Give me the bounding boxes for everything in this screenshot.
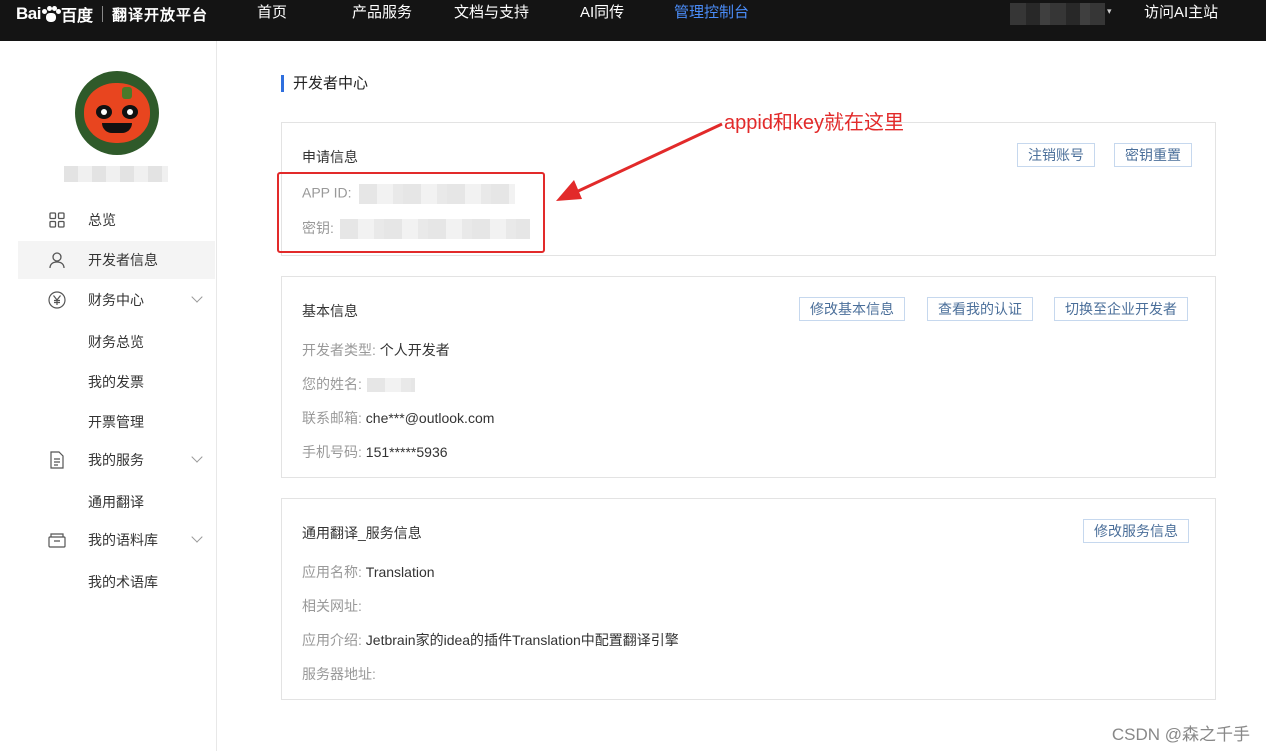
sidebar-item-finance[interactable]: 财务中心 (18, 281, 215, 319)
basic-info-title: 基本信息 (302, 303, 358, 319)
user-name-redacted[interactable] (1010, 3, 1105, 25)
annotation-text: appid和key就在这里 (724, 112, 905, 134)
yen-icon (48, 291, 66, 309)
cancel-account-button[interactable]: 注销账号 (1017, 143, 1095, 167)
sidebar-item-general-translation[interactable]: 通用翻译 (88, 492, 144, 512)
nav-home[interactable]: 首页 (257, 4, 287, 22)
developer-type-value: 个人开发者 (379, 342, 450, 358)
sidebar-item-label: 我的语料库 (88, 532, 158, 548)
app-name-label: 应用名称: (302, 564, 362, 580)
email-label: 联系邮箱: (302, 410, 362, 426)
chevron-down-icon (191, 531, 203, 543)
sidebar-item-my-termbase[interactable]: 我的术语库 (88, 572, 158, 592)
logo-text-bai: Bai (16, 4, 41, 23)
watermark: CSDN @森之千手 (1111, 725, 1250, 744)
sidebar-item-label: 财务中心 (88, 292, 144, 308)
sidebar-item-label: 总览 (88, 212, 116, 228)
sidebar-item-label: 开发者信息 (88, 252, 158, 268)
name-value-redacted (366, 378, 415, 393)
email-row: 联系邮箱: che***@outlook.com (302, 408, 494, 428)
sidebar-item-my-corpus[interactable]: 我的语料库 (18, 521, 215, 559)
nav-ai-interpretation[interactable]: AI同传 (580, 4, 624, 22)
developer-type-row: 开发者类型: 个人开发者 (302, 340, 450, 360)
annotation-highlight-box (277, 172, 545, 253)
basic-info-panel: 基本信息 修改基本信息 查看我的认证 切换至企业开发者 开发者类型: 个人开发者… (281, 276, 1216, 478)
nav-console[interactable]: 管理控制台 (674, 4, 749, 22)
sidebar-item-label: 我的服务 (88, 452, 144, 468)
app-name-value: Translation (365, 564, 435, 580)
name-label: 您的姓名: (302, 376, 362, 392)
app-name-row: 应用名称: Translation (302, 562, 435, 582)
caret-down-icon[interactable]: ▾ (1107, 6, 1112, 17)
phone-label: 手机号码: (302, 444, 362, 460)
chevron-down-icon (191, 451, 203, 463)
app-intro-row: 应用介绍: Jetbrain家的idea的插件Translation中配置翻译引… (302, 630, 679, 650)
logo-text-du: 百度 (60, 8, 93, 25)
user-icon (48, 251, 66, 269)
name-row: 您的姓名: (302, 374, 415, 394)
paw-icon (41, 6, 61, 22)
apply-info-title: 申请信息 (302, 149, 358, 165)
app-intro-label: 应用介绍: (302, 632, 362, 648)
archive-icon (48, 531, 66, 549)
phone-row: 手机号码: 151*****5936 (302, 442, 448, 462)
nav-products[interactable]: 产品服务 (352, 4, 412, 22)
service-info-panel: 通用翻译_服务信息 修改服务信息 应用名称: Translation 相关网址:… (281, 498, 1216, 700)
page-title: 开发者中心 (281, 75, 368, 92)
chevron-down-icon (191, 291, 203, 303)
edit-service-info-button[interactable]: 修改服务信息 (1083, 519, 1189, 543)
sidebar-item-my-invoices[interactable]: 我的发票 (88, 372, 144, 392)
sidebar-item-finance-overview[interactable]: 财务总览 (88, 332, 144, 352)
sidebar-item-my-services[interactable]: 我的服务 (18, 441, 215, 479)
logo-divider (101, 6, 103, 22)
nav-visit-ai-home[interactable]: 访问AI主站 (1144, 4, 1218, 22)
edit-basic-info-button[interactable]: 修改基本信息 (799, 297, 905, 321)
avatar[interactable] (75, 71, 159, 155)
logo-subtitle: 翻译开放平台 (111, 6, 208, 24)
phone-value: 151*****5936 (365, 444, 448, 460)
app-intro-value: Jetbrain家的idea的插件Translation中配置翻译引擎 (365, 632, 679, 648)
grid-icon (48, 211, 66, 229)
email-value: che***@outlook.com (365, 410, 495, 426)
view-certification-button[interactable]: 查看我的认证 (927, 297, 1033, 321)
switch-enterprise-button[interactable]: 切换至企业开发者 (1054, 297, 1188, 321)
sidebar-item-invoice-management[interactable]: 开票管理 (88, 412, 144, 432)
url-row: 相关网址: (302, 596, 362, 616)
server-address-row: 服务器地址: (302, 664, 376, 684)
username-redacted (64, 166, 168, 182)
server-address-label: 服务器地址: (302, 666, 376, 682)
service-info-title: 通用翻译_服务信息 (302, 525, 422, 541)
sidebar-item-developer-info[interactable]: 开发者信息 (18, 241, 215, 279)
nav-docs[interactable]: 文档与支持 (454, 4, 529, 22)
url-label: 相关网址: (302, 598, 362, 614)
document-icon (48, 451, 66, 469)
sidebar: 总览 开发者信息 财务中心 财务总览 我的发票 开票管理 我的服务 通用翻译 我… (0, 41, 217, 751)
top-navbar: Bai 百度 翻译开放平台 首页 产品服务 文档与支持 AI同传 管理控制台 ▾… (0, 0, 1266, 41)
sidebar-item-overview[interactable]: 总览 (18, 201, 215, 239)
developer-type-label: 开发者类型: (302, 342, 376, 358)
reset-key-button[interactable]: 密钥重置 (1114, 143, 1192, 167)
baidu-logo[interactable]: Bai 百度 翻译开放平台 (16, 3, 208, 25)
